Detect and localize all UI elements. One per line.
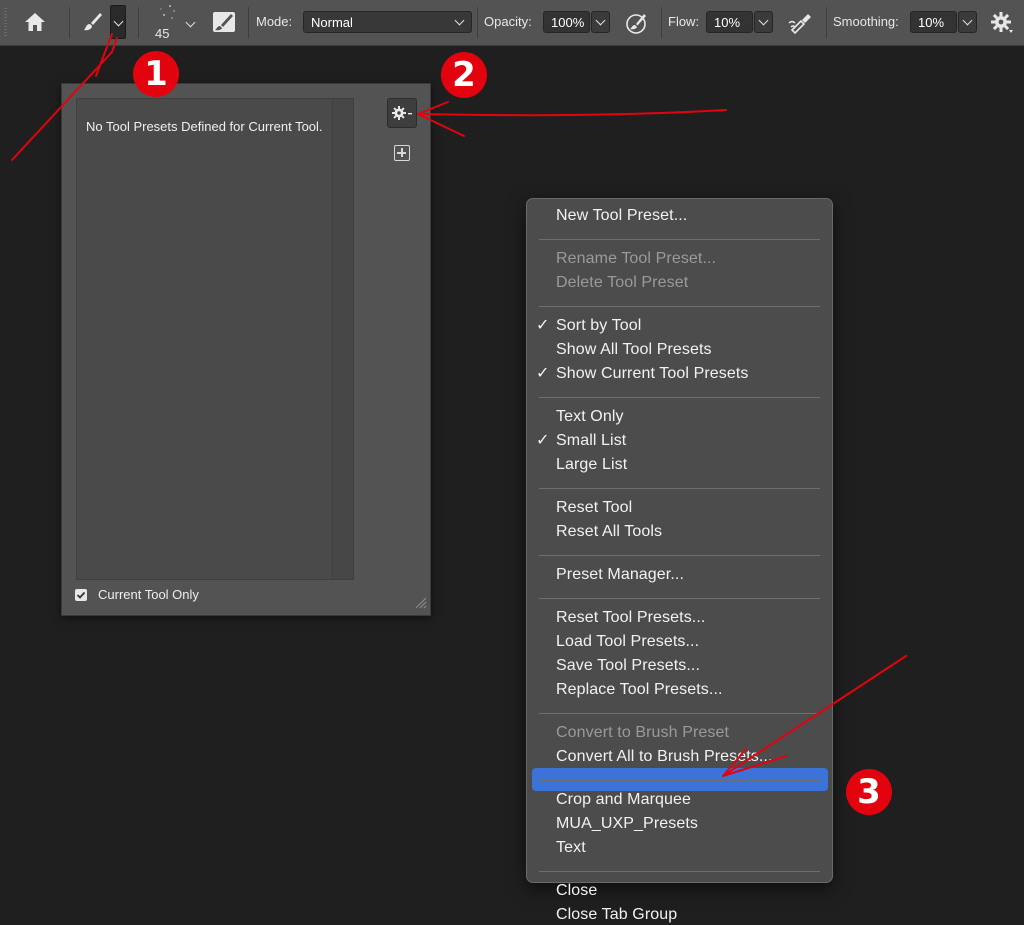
annotation-arrows [11,33,907,777]
arrow-2-head-top [417,101,449,115]
arrow-1-head [111,37,118,53]
annotation-badge-3: 3 [846,769,892,815]
arrow-2-head-bottom [417,113,465,137]
menu-item-close-tab-group[interactable]: Close Tab Group [556,905,677,925]
annotation-badge-1: 1 [133,51,179,97]
arrow-1 [11,51,113,161]
arrow-3 [722,655,907,777]
arrow-2 [417,109,727,117]
annotation-badge-2: 2 [441,52,487,98]
